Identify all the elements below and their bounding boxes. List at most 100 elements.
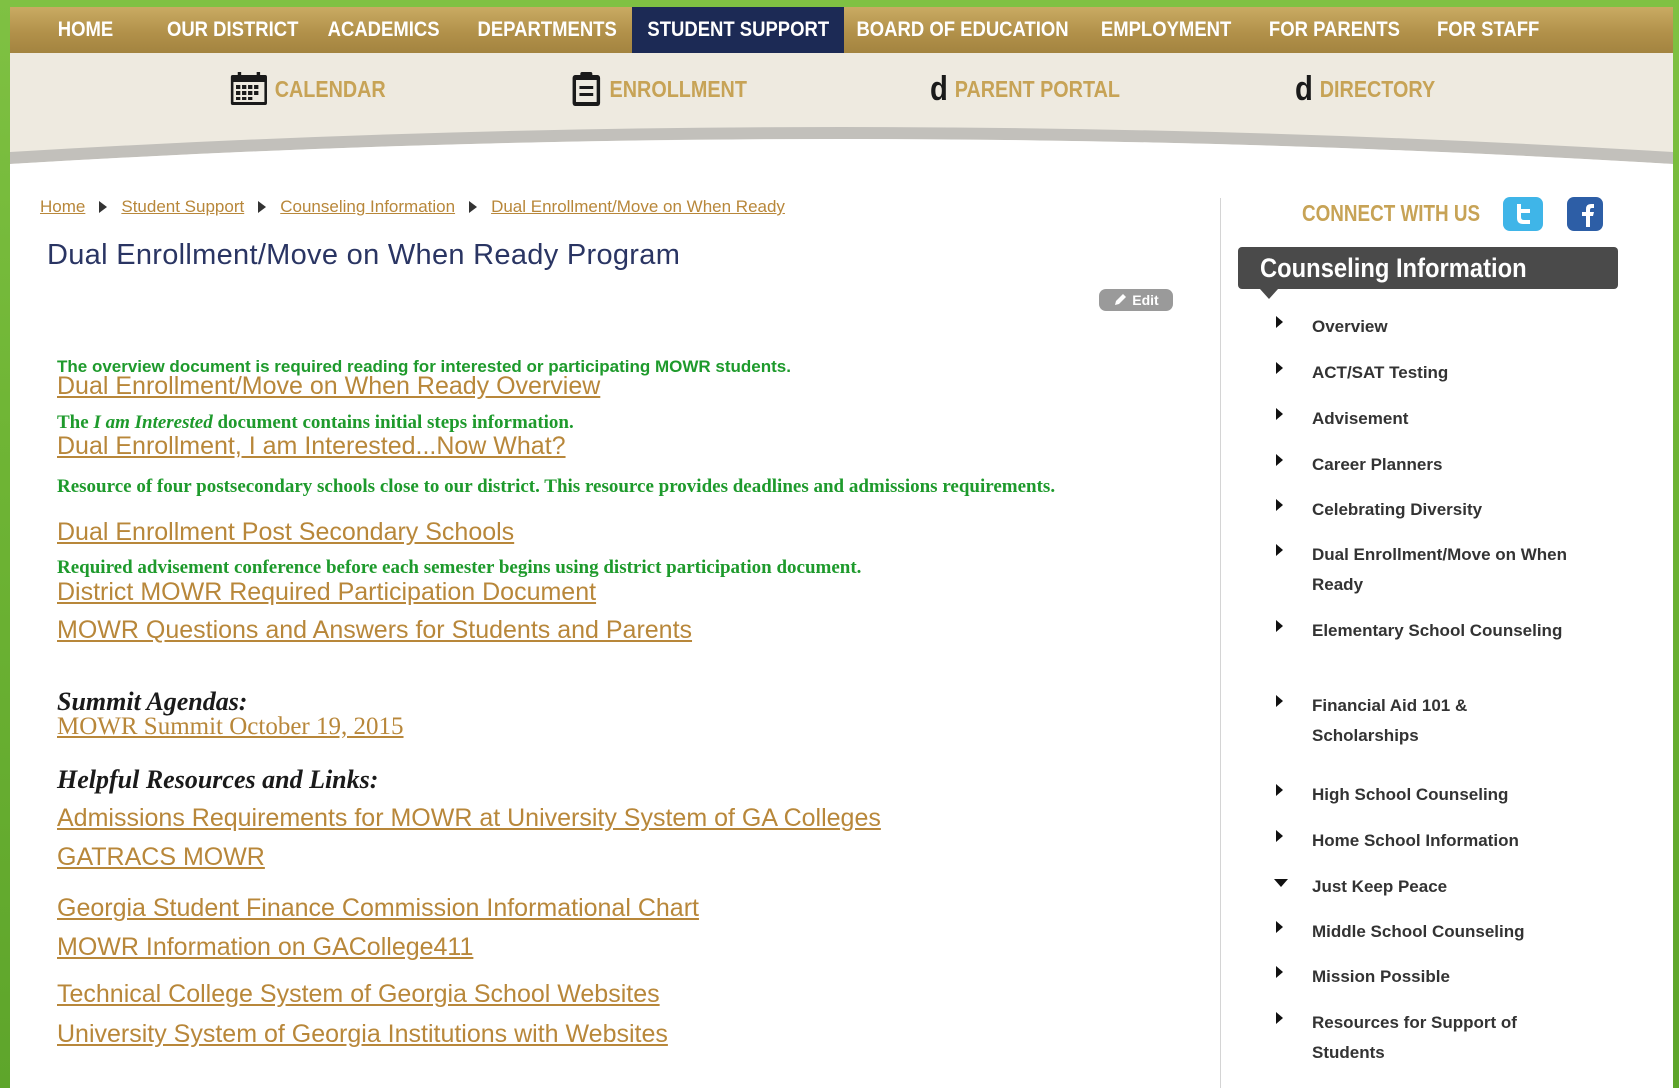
sidebar-item-label[interactable]: Middle School Counseling bbox=[1312, 917, 1572, 947]
caret-right-icon bbox=[1276, 408, 1283, 420]
sidebar-item-label[interactable]: Overview bbox=[1312, 312, 1572, 342]
calendar-icon bbox=[230, 72, 267, 105]
breadcrumb-separator-icon bbox=[258, 201, 267, 213]
parent-portal-link[interactable]: d PARENT PORTAL bbox=[930, 69, 1120, 109]
breadcrumb-separator-icon bbox=[99, 201, 108, 213]
helpful-link[interactable]: University System of Georgia Institution… bbox=[57, 1020, 668, 1049]
edit-label[interactable]: Edit bbox=[1132, 292, 1158, 308]
nav-academics-label[interactable]: ACADEMICS bbox=[328, 7, 440, 53]
caret-right-icon bbox=[1276, 695, 1283, 707]
nav-board-of-education-label[interactable]: BOARD OF EDUCATION bbox=[857, 7, 1069, 53]
breadcrumb: Home Student Support Counseling Informat… bbox=[40, 197, 785, 217]
sidebar-heading: Counseling Information bbox=[1238, 247, 1618, 299]
nav-departments-label[interactable]: DEPARTMENTS bbox=[477, 7, 616, 53]
enrollment-link[interactable]: ENROLLMENT bbox=[570, 69, 747, 109]
participation-note: Required advisement conference before ea… bbox=[57, 557, 862, 578]
nav-home[interactable]: HOME bbox=[10, 7, 160, 53]
sidebar-item-label[interactable]: Mission Possible bbox=[1312, 962, 1572, 992]
nav-for-staff[interactable]: FOR STAFF bbox=[1418, 7, 1558, 53]
calendar-link[interactable]: CALENDAR bbox=[230, 69, 386, 109]
helpful-link[interactable]: GATRACS MOWR bbox=[57, 843, 265, 872]
edit-button[interactable]: Edit bbox=[1099, 289, 1173, 311]
sidebar-item-label[interactable]: Dual Enrollment/Move on When Ready bbox=[1312, 540, 1572, 600]
caret-right-icon bbox=[1276, 784, 1283, 796]
postsecondary-link[interactable]: Dual Enrollment Post Secondary Schools bbox=[57, 518, 514, 547]
overview-link[interactable]: Dual Enrollment/Move on When Ready Overv… bbox=[57, 372, 600, 401]
nav-home-label[interactable]: HOME bbox=[57, 7, 112, 53]
pencil-icon bbox=[1115, 294, 1127, 305]
header-curve bbox=[10, 112, 1673, 182]
nav-our-district[interactable]: OUR DISTRICT bbox=[160, 7, 306, 53]
enrollment-label[interactable]: ENROLLMENT bbox=[610, 76, 747, 103]
sidebar-item-label[interactable]: Celebrating Diversity bbox=[1312, 495, 1572, 525]
sidebar-divider bbox=[1220, 198, 1221, 1088]
caret-down-icon bbox=[1274, 879, 1288, 887]
helpful-heading: Helpful Resources and Links: bbox=[57, 765, 379, 794]
breadcrumb-student-support[interactable]: Student Support bbox=[121, 197, 244, 217]
nav-for-parents[interactable]: FOR PARENTS bbox=[1250, 7, 1418, 53]
interested-note-italic: I am Interested bbox=[93, 412, 213, 433]
caret-right-icon bbox=[1276, 454, 1283, 466]
caret-right-icon bbox=[1276, 1012, 1283, 1024]
nav-departments[interactable]: DEPARTMENTS bbox=[462, 7, 632, 53]
helpful-link[interactable]: Georgia Student Finance Commission Infor… bbox=[57, 894, 699, 923]
parent-portal-icon: d bbox=[930, 70, 948, 108]
directory-link[interactable]: d DIRECTORY bbox=[1295, 69, 1435, 109]
breadcrumb-current[interactable]: Dual Enrollment/Move on When Ready bbox=[491, 197, 785, 217]
nav-for-staff-label[interactable]: FOR STAFF bbox=[1437, 7, 1539, 53]
interested-note-suffix: document contains initial steps informat… bbox=[217, 412, 574, 433]
sidebar-item-label[interactable]: Home School Information bbox=[1312, 826, 1572, 856]
interested-link[interactable]: Dual Enrollment, I am Interested...Now W… bbox=[57, 432, 566, 461]
facebook-glyph-icon bbox=[1582, 204, 1594, 227]
participation-link[interactable]: District MOWR Required Participation Doc… bbox=[57, 578, 596, 607]
nav-student-support-label[interactable]: STUDENT SUPPORT bbox=[647, 7, 829, 53]
directory-icon: d bbox=[1295, 70, 1313, 108]
facebook-icon[interactable] bbox=[1567, 197, 1603, 231]
sidebar-item-label[interactable]: Elementary School Counseling bbox=[1312, 616, 1572, 646]
caret-right-icon bbox=[1276, 499, 1283, 511]
connect-with-us: CONNECT WITH US bbox=[1302, 200, 1481, 226]
nav-for-parents-label[interactable]: FOR PARENTS bbox=[1268, 7, 1399, 53]
summit-link[interactable]: MOWR Summit October 19, 2015 bbox=[57, 713, 404, 741]
sidebar-item-label[interactable]: ACT/SAT Testing bbox=[1312, 358, 1572, 388]
nav-academics[interactable]: ACADEMICS bbox=[306, 7, 462, 53]
caret-right-icon bbox=[1276, 544, 1283, 556]
caret-right-icon bbox=[1276, 362, 1283, 374]
interested-note-prefix: The bbox=[57, 412, 89, 433]
sidebar-item-label[interactable]: Career Planners bbox=[1312, 450, 1572, 480]
interested-note: The I am Interested document contains in… bbox=[57, 412, 574, 433]
sidebar-item-label[interactable]: Resources for Support of Students bbox=[1312, 1008, 1572, 1068]
helpful-link[interactable]: Technical College System of Georgia Scho… bbox=[57, 980, 660, 1009]
twitter-glyph-icon bbox=[1517, 204, 1530, 224]
caret-right-icon bbox=[1276, 316, 1283, 328]
clipboard-icon bbox=[572, 72, 601, 106]
sidebar-item-label[interactable]: Financial Aid 101 & Scholarships bbox=[1312, 691, 1572, 751]
sidebar-item-label[interactable]: High School Counseling bbox=[1312, 780, 1572, 810]
nav-student-support[interactable]: STUDENT SUPPORT bbox=[632, 7, 844, 53]
caret-right-icon bbox=[1276, 620, 1283, 632]
helpful-link[interactable]: MOWR Information on GACollege411 bbox=[57, 933, 473, 962]
caret-right-icon bbox=[1276, 830, 1283, 842]
nav-our-district-label[interactable]: OUR DISTRICT bbox=[167, 7, 298, 53]
sidebar-heading-label: Counseling Information bbox=[1260, 252, 1527, 283]
helpful-link[interactable]: Admissions Requirements for MOWR at Univ… bbox=[57, 804, 881, 833]
qa-link[interactable]: MOWR Questions and Answers for Students … bbox=[57, 616, 692, 645]
page-frame: HOME OUR DISTRICT ACADEMICS DEPARTMENTS … bbox=[10, 7, 1673, 1088]
top-navigation: HOME OUR DISTRICT ACADEMICS DEPARTMENTS … bbox=[10, 7, 1673, 53]
caret-right-icon bbox=[1276, 921, 1283, 933]
twitter-icon[interactable] bbox=[1503, 197, 1543, 231]
sidebar-item-label[interactable]: Just Keep Peace bbox=[1312, 872, 1572, 902]
breadcrumb-home[interactable]: Home bbox=[40, 197, 85, 217]
postsecondary-note: Resource of four postsecondary schools c… bbox=[57, 476, 1056, 497]
breadcrumb-counseling-information[interactable]: Counseling Information bbox=[280, 197, 455, 217]
directory-label[interactable]: DIRECTORY bbox=[1320, 76, 1435, 103]
parent-portal-label[interactable]: PARENT PORTAL bbox=[955, 76, 1120, 103]
nav-board-of-education[interactable]: BOARD OF EDUCATION bbox=[844, 7, 1082, 53]
calendar-label[interactable]: CALENDAR bbox=[275, 76, 386, 103]
page-title: Dual Enrollment/Move on When Ready Progr… bbox=[47, 239, 681, 271]
nav-employment-label[interactable]: EMPLOYMENT bbox=[1101, 7, 1231, 53]
caret-right-icon bbox=[1276, 966, 1283, 978]
sidebar-item-label[interactable]: Advisement bbox=[1312, 404, 1572, 434]
nav-employment[interactable]: EMPLOYMENT bbox=[1082, 7, 1250, 53]
breadcrumb-separator-icon bbox=[469, 201, 478, 213]
